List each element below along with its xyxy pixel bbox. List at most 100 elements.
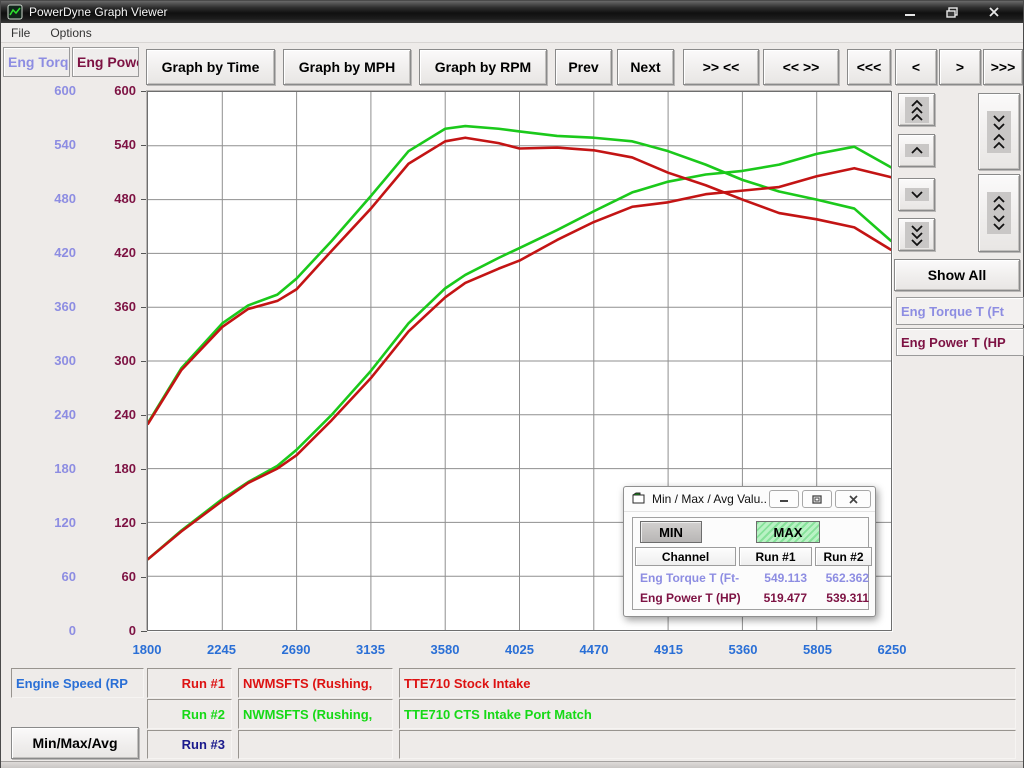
x-tick-label: 4025 [488, 642, 552, 657]
app-icon [7, 4, 23, 20]
x-tick-label: 3580 [413, 642, 477, 657]
toolbar-button-[interactable]: <<< [847, 49, 891, 85]
y-tick-power: 180 [81, 461, 136, 476]
run-label-3[interactable]: Run #3 [147, 730, 232, 759]
tab-eng-power-label: Eng Powe [77, 54, 139, 70]
toolbar-button-graph-by-time[interactable]: Graph by Time [146, 49, 275, 85]
channel-label-power[interactable]: Eng Power T (HP [896, 328, 1024, 356]
minmax-title-bar[interactable]: Min / Max / Avg Valu... [624, 487, 875, 512]
y-tick-power: 60 [81, 569, 136, 584]
minmax-col-channel: Channel [635, 547, 736, 566]
minmax-window-title: Min / Max / Avg Valu... [652, 492, 766, 506]
toolbar-button-graph-by-mph[interactable]: Graph by MPH [283, 49, 411, 85]
y-scroll-top-button[interactable] [898, 93, 935, 126]
toolbar-button-[interactable]: < [895, 49, 937, 85]
max-toggle-button[interactable]: MAX [756, 521, 820, 543]
menu-file[interactable]: File [1, 24, 40, 42]
minmax-minimize-button[interactable] [769, 490, 799, 508]
x-tick-label: 2690 [264, 642, 328, 657]
run-desc-3[interactable] [238, 730, 393, 759]
min-toggle-button[interactable]: MIN [640, 521, 702, 543]
tab-eng-torque-label: Eng Torq [8, 54, 68, 70]
run-desc-1[interactable]: NWMSFTS (Rushing, [238, 668, 393, 698]
window-controls [895, 4, 1017, 20]
x-tick-label: 6250 [860, 642, 924, 657]
x-axis-channel-box[interactable]: Engine Speed (RP [11, 668, 144, 698]
y-tick-power: 300 [81, 353, 136, 368]
chevrons-inward-icon [987, 111, 1011, 153]
minmax-channel-name: Eng Power T (HP) [640, 591, 740, 605]
channel-label-torque[interactable]: Eng Torque T (Ft [896, 297, 1024, 325]
chevron-down-icon [905, 188, 929, 201]
x-tick-label: 4470 [562, 642, 626, 657]
minmaxavg-button[interactable]: Min/Max/Avg [11, 727, 139, 759]
y-tick-power: 240 [81, 407, 136, 422]
toolbar-button-next[interactable]: Next [617, 49, 674, 85]
run-label-1[interactable]: Run #1 [147, 668, 232, 698]
show-all-button[interactable]: Show All [894, 259, 1020, 291]
x-tick-label: 2245 [190, 642, 254, 657]
minmax-run1-value: 549.113 [739, 571, 807, 585]
menu-bar: File Options [1, 23, 1023, 43]
x-tick-label: 5360 [711, 642, 775, 657]
powerdyne-window: PowerDyne Graph Viewer File Options Eng … [0, 0, 1024, 768]
minmax-window[interactable]: Min / Max / Avg Valu... MIN MAX Channel … [623, 486, 876, 617]
y-tick-power: 420 [81, 245, 136, 260]
close-button[interactable] [979, 4, 1009, 20]
title-bar[interactable]: PowerDyne Graph Viewer [1, 1, 1023, 23]
y-tick-torque: 300 [1, 353, 76, 368]
tab-eng-power[interactable]: Eng Powe [72, 47, 139, 77]
window-title: PowerDyne Graph Viewer [29, 5, 168, 19]
y-tick-power: 360 [81, 299, 136, 314]
y-tick-torque: 60 [1, 569, 76, 584]
toolbar-button-[interactable]: >> << [683, 49, 759, 85]
toolbar-button-prev[interactable]: Prev [555, 49, 612, 85]
y-tick-torque: 180 [1, 461, 76, 476]
chevron-up-icon [905, 144, 929, 157]
toolbar-button-[interactable]: << >> [763, 49, 839, 85]
minmax-run2-value: 562.362 [815, 571, 869, 585]
y-tick-power: 540 [81, 137, 136, 152]
y-tick-torque: 120 [1, 515, 76, 530]
minmax-channel-name: Eng Torque T (Ft- [640, 571, 740, 585]
window-bottom-edge [1, 761, 1023, 768]
minmax-close-button[interactable] [835, 490, 871, 508]
restore-button[interactable] [937, 4, 967, 20]
y-scroll-up-button[interactable] [898, 134, 935, 167]
minmax-restore-button[interactable] [802, 490, 832, 508]
run-title-1[interactable]: TTE710 Stock Intake [399, 668, 1016, 698]
y-tick-mark [141, 631, 147, 632]
x-tick-label: 3135 [339, 642, 403, 657]
chevrons-outward-icon [987, 192, 1011, 234]
y-tick-torque: 240 [1, 407, 76, 422]
triple-chevron-down-icon [905, 222, 929, 248]
minimize-button[interactable] [895, 4, 925, 20]
y-tick-torque: 420 [1, 245, 76, 260]
toolbar-button-[interactable]: >>> [983, 49, 1023, 85]
run-title-3[interactable] [399, 730, 1016, 759]
menu-options[interactable]: Options [40, 24, 101, 42]
run-desc-2[interactable]: NWMSFTS (Rushing, [238, 699, 393, 729]
y-tick-torque: 540 [1, 137, 76, 152]
x-tick-label: 5805 [786, 642, 850, 657]
minmax-col-run2: Run #2 [815, 547, 872, 566]
x-tick-label: 1800 [115, 642, 179, 657]
toolbar-button-[interactable]: > [939, 49, 981, 85]
y-scroll-bottom-button[interactable] [898, 218, 935, 251]
y-scroll-down-button[interactable] [898, 178, 935, 211]
y-tick-power: 600 [81, 83, 136, 98]
y-zoom-out-button[interactable] [978, 174, 1020, 252]
y-tick-power: 0 [81, 623, 136, 638]
toolbar-button-graph-by-rpm[interactable]: Graph by RPM [419, 49, 547, 85]
run-title-2[interactable]: TTE710 CTS Intake Port Match [399, 699, 1016, 729]
tab-eng-torque[interactable]: Eng Torq [3, 47, 70, 77]
y-tick-torque: 360 [1, 299, 76, 314]
y-tick-power: 480 [81, 191, 136, 206]
minmax-run2-value: 539.311 [815, 591, 869, 605]
triple-chevron-up-icon [905, 97, 929, 123]
y-zoom-in-button[interactable] [978, 93, 1020, 170]
x-tick-label: 4915 [637, 642, 701, 657]
run-label-2[interactable]: Run #2 [147, 699, 232, 729]
y-tick-torque: 600 [1, 83, 76, 98]
y-tick-torque: 480 [1, 191, 76, 206]
